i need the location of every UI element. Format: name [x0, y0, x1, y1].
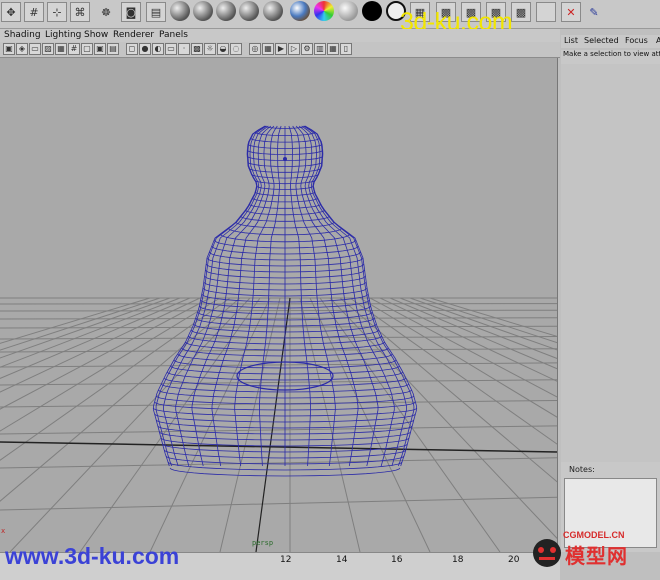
- isolate-icon[interactable]: ◎: [249, 43, 261, 55]
- resolution-gate-icon[interactable]: ▣: [94, 43, 106, 55]
- ground-grid: [0, 298, 557, 552]
- grid-line: [0, 298, 190, 552]
- gray-sphere-icon[interactable]: [338, 1, 358, 21]
- viewport-canvas: [0, 58, 557, 552]
- bookmark-icon[interactable]: ▨: [42, 43, 54, 55]
- ipr-icon[interactable]: ▷: [288, 43, 300, 55]
- attribute-editor-menu: List Selected Focus A: [561, 35, 660, 48]
- sphere-shaded-icon[interactable]: [193, 1, 213, 21]
- panel-icon[interactable]: ▥: [314, 43, 326, 55]
- image-plane-icon[interactable]: ▦: [55, 43, 67, 55]
- film-gate-icon[interactable]: ▢: [81, 43, 93, 55]
- sphere-shaded-icon[interactable]: [170, 1, 190, 21]
- grid-line: [0, 298, 150, 552]
- sphere-shaded-icon[interactable]: [263, 1, 283, 21]
- attribute-editor-panel: [561, 64, 660, 462]
- texture-sphere-icon[interactable]: [290, 1, 310, 21]
- safe-action-icon[interactable]: ▤: [107, 43, 119, 55]
- sphere-shaded-icon[interactable]: [239, 1, 259, 21]
- notes-label: Notes:: [569, 465, 595, 474]
- grid-line: [310, 298, 430, 552]
- cgmodel-name: 模型网: [565, 540, 628, 569]
- time-tick: 18: [452, 555, 463, 565]
- grid-line: [0, 298, 210, 552]
- wire-ring: [170, 468, 400, 476]
- menu-attributes[interactable]: A: [656, 36, 660, 45]
- wire-meridian: [154, 126, 266, 466]
- black-sphere-icon[interactable]: [362, 1, 382, 21]
- textured-icon[interactable]: ▩: [191, 43, 203, 55]
- snap-icon[interactable]: ⊹: [47, 2, 67, 22]
- render-icon[interactable]: ▶: [275, 43, 287, 55]
- xray-icon[interactable]: ◌: [230, 43, 242, 55]
- cgmodel-site: CGMODEL.CN: [563, 530, 625, 540]
- grid-line: [340, 298, 557, 552]
- settings-icon[interactable]: ⚙: [301, 43, 313, 55]
- wire-meridian: [305, 126, 414, 466]
- time-tick: 14: [336, 555, 347, 565]
- menu-lighting[interactable]: Lighting: [45, 30, 81, 40]
- time-tick: 20: [508, 555, 519, 565]
- time-tick: 12: [280, 555, 291, 565]
- points-icon[interactable]: ·: [178, 43, 190, 55]
- menu-focus[interactable]: Focus: [625, 36, 648, 45]
- cgmodel-logo-icon: [530, 536, 564, 570]
- wire-meridian: [156, 126, 265, 466]
- menu-renderer[interactable]: Renderer: [113, 30, 154, 40]
- move-icon[interactable]: ✥: [1, 2, 21, 22]
- grid-line: [0, 349, 557, 352]
- grid-line: [0, 497, 557, 510]
- curve-icon[interactable]: ⌘: [70, 2, 90, 22]
- two-panel-icon[interactable]: ▯: [340, 43, 352, 55]
- grid-line: [0, 458, 557, 468]
- menu-selected[interactable]: Selected: [584, 36, 619, 45]
- flat-shade-icon[interactable]: ◐: [152, 43, 164, 55]
- menu-panels[interactable]: Panels: [159, 30, 188, 40]
- render-icon[interactable]: ▩: [511, 2, 531, 22]
- grid-line: [150, 298, 270, 552]
- light-icon[interactable]: ☼: [204, 43, 216, 55]
- time-tick: 16: [391, 555, 402, 565]
- select-camera-icon[interactable]: ▣: [3, 43, 15, 55]
- camera-name-label: persp: [252, 539, 273, 547]
- shelf-toolbar: ✥ # ⊹ ⌘ ☸ ◙ ▤ ▦ ▩ ▩ ▩ ▩ ✕ ✎: [0, 0, 660, 29]
- axis-label-x: x: [1, 527, 5, 535]
- shadow-icon[interactable]: ◒: [217, 43, 229, 55]
- layout-icon[interactable]: ▦: [327, 43, 339, 55]
- grid-line: [330, 298, 557, 552]
- x-tool-icon[interactable]: ✕: [561, 2, 581, 22]
- camera-attr-icon[interactable]: ▭: [29, 43, 41, 55]
- watermark-bottom: www.3d-ku.com: [5, 543, 179, 570]
- camera-icon[interactable]: ◙: [121, 2, 141, 22]
- wire-meridian: [305, 126, 417, 466]
- menu-shading[interactable]: Shading: [4, 30, 41, 40]
- wire-urna: [283, 157, 287, 161]
- viewport-menubar: Shading Lighting Show Renderer Panels: [0, 29, 560, 42]
- bounding-box-icon[interactable]: ▭: [165, 43, 177, 55]
- lock-icon[interactable]: ◈: [16, 43, 28, 55]
- wireframe-icon[interactable]: ◻: [126, 43, 138, 55]
- sphere-shaded-icon[interactable]: [216, 1, 236, 21]
- grid-line: [80, 298, 260, 552]
- perspective-viewport[interactable]: [0, 58, 558, 552]
- brush-icon[interactable]: ✎: [584, 2, 604, 22]
- attribute-hint: Make a selection to view attr: [561, 50, 660, 64]
- grid-line: [410, 298, 557, 552]
- graph-icon[interactable]: ▤: [146, 2, 166, 22]
- blank-icon[interactable]: [536, 2, 556, 22]
- grid-toggle-icon[interactable]: #: [68, 43, 80, 55]
- menu-list[interactable]: List: [564, 36, 578, 45]
- smooth-shade-icon[interactable]: ●: [139, 43, 151, 55]
- hud-icon[interactable]: ▦: [262, 43, 274, 55]
- menu-show[interactable]: Show: [84, 30, 108, 40]
- axis-line-x: [0, 442, 557, 452]
- sphere-icon[interactable]: ☸: [96, 2, 116, 22]
- color-sphere-icon[interactable]: [314, 1, 334, 21]
- grid-line: [370, 298, 557, 552]
- viewport-toolbar: ▣◈▭▨▦#▢▣▤◻●◐▭·▩☼◒◌◎▦▶▷⚙▥▦▯: [0, 42, 560, 58]
- grid-icon[interactable]: #: [24, 2, 44, 22]
- grid-line: [420, 298, 557, 552]
